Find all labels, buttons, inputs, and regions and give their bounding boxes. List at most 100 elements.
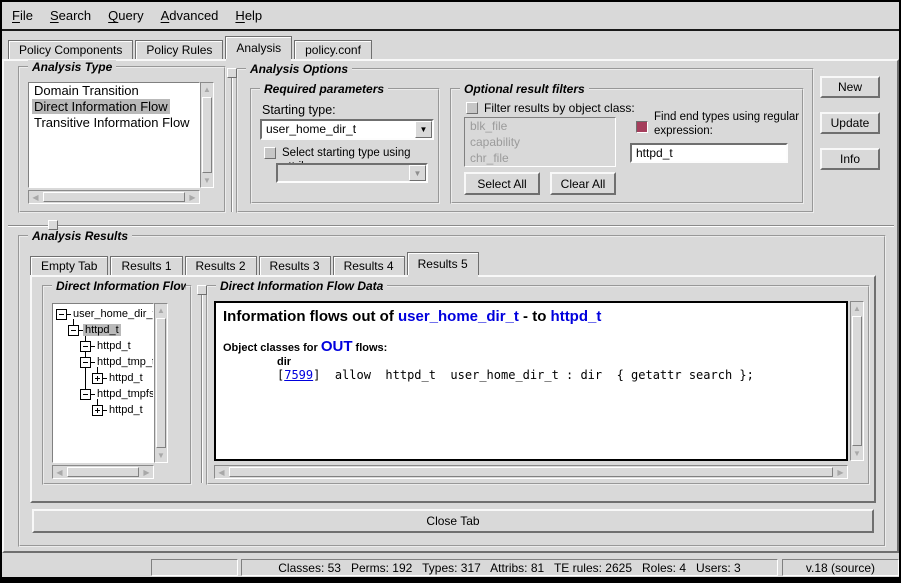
tree-vscrollbar[interactable]: ▲ ▼: [154, 303, 168, 463]
object-class-checkbox-label[interactable]: Filter results by object class:: [484, 101, 635, 115]
scroll-right-icon[interactable]: ▶: [140, 466, 153, 478]
list-item-transitive-information-flow[interactable]: Transitive Information Flow: [29, 115, 199, 131]
analysis-type-listbox[interactable]: Domain TransitionDirect Information Flow…: [28, 82, 200, 188]
tab-policy-conf[interactable]: policy.conf: [294, 40, 372, 59]
menu-advanced[interactable]: Advanced: [161, 8, 219, 23]
analysis-type-hscrollbar[interactable]: ◀ ▶: [28, 190, 200, 204]
main-sash-handle[interactable]: [48, 220, 58, 230]
tab-policy-components[interactable]: Policy Components: [8, 40, 133, 59]
results-tab-empty-tab[interactable]: Empty Tab: [30, 256, 108, 275]
select-all-button[interactable]: Select All: [464, 172, 540, 195]
attrib-checkbox[interactable]: [264, 147, 276, 159]
collapse-icon[interactable]: [80, 357, 91, 368]
results-tab-results-1[interactable]: Results 1: [110, 256, 182, 275]
tree-node-label[interactable]: httpd_t: [107, 372, 145, 384]
main-sash-line: [8, 225, 894, 227]
scroll-left-icon[interactable]: ◀: [53, 466, 66, 478]
expand-icon[interactable]: [92, 405, 103, 416]
results-tab-results-3[interactable]: Results 3: [259, 256, 331, 275]
analysis-type-vscrollbar[interactable]: ▲ ▼: [200, 82, 214, 188]
results-tab-results-2[interactable]: Results 2: [185, 256, 257, 275]
starting-type-value[interactable]: user_home_dir_t: [262, 121, 415, 138]
tree-node-label[interactable]: httpd_t: [83, 324, 121, 336]
tree-node[interactable]: httpd_tmpfs_t: [80, 386, 154, 402]
collapse-icon[interactable]: [56, 309, 67, 320]
results-tab-results-4[interactable]: Results 4: [333, 256, 405, 275]
scroll-left-icon[interactable]: ◀: [29, 191, 42, 203]
menu-query[interactable]: Query: [108, 8, 143, 23]
object-class-checkbox[interactable]: [466, 102, 478, 114]
optional-result-filters-title: Optional result filters: [460, 82, 589, 96]
tree-node-label[interactable]: httpd_tmp_t: [95, 356, 154, 368]
tree-node[interactable]: httpd_t: [68, 322, 121, 338]
status-cell-empty: [151, 559, 238, 576]
collapse-icon[interactable]: [68, 325, 79, 336]
starting-type-label: Starting type:: [262, 103, 336, 117]
results-sash-handle[interactable]: [197, 285, 207, 295]
starting-type-combobox[interactable]: user_home_dir_t ▼: [260, 119, 434, 140]
clear-all-button[interactable]: Clear All: [550, 172, 616, 195]
scroll-up-icon[interactable]: ▲: [201, 83, 213, 96]
tree-hscrollbar[interactable]: ◀ ▶: [52, 465, 154, 479]
rule-number-link[interactable]: 7599: [284, 368, 313, 382]
chevron-down-icon[interactable]: ▼: [415, 121, 432, 138]
object-class-name: dir: [277, 356, 839, 368]
regex-input[interactable]: [630, 143, 788, 163]
scroll-up-icon[interactable]: ▲: [155, 304, 167, 317]
scroll-thumb[interactable]: [156, 318, 166, 448]
flow-tree[interactable]: user_home_dir_t httpd_t httpd_t httpd_tmp_t…: [52, 303, 154, 463]
tree-node[interactable]: httpd_t: [92, 402, 145, 418]
new-button[interactable]: New: [820, 76, 880, 98]
update-button[interactable]: Update: [820, 112, 880, 134]
expand-icon[interactable]: [92, 373, 103, 384]
menu-search[interactable]: Search: [50, 8, 91, 23]
info-button[interactable]: Info: [820, 148, 880, 170]
analysis-type-title: Analysis Type: [28, 60, 116, 74]
menu-file[interactable]: File: [12, 8, 33, 23]
top-pane-sash-handle[interactable]: [227, 68, 237, 78]
list-item-domain-transition[interactable]: Domain Transition: [29, 83, 199, 99]
regex-checkbox[interactable]: [636, 121, 648, 133]
attrib-combobox-value: [278, 165, 409, 181]
tree-node-label[interactable]: httpd_t: [95, 340, 133, 352]
tab-analysis[interactable]: Analysis: [225, 36, 292, 59]
regex-checkbox-label[interactable]: Find end types using regular expression:: [654, 110, 804, 138]
flow-data-group: Direct Information Flow Data Information…: [206, 285, 870, 485]
flow-heading: Information flows out of user_home_dir_t…: [223, 308, 839, 325]
scroll-thumb[interactable]: [229, 467, 833, 477]
scroll-thumb[interactable]: [202, 97, 212, 173]
collapse-icon[interactable]: [80, 389, 91, 400]
scroll-right-icon[interactable]: ▶: [186, 191, 199, 203]
tree-node-label[interactable]: httpd_tmpfs_t: [95, 388, 154, 400]
list-item-direct-information-flow[interactable]: Direct Information Flow: [29, 99, 199, 115]
scroll-right-icon[interactable]: ▶: [834, 466, 847, 478]
data-hscrollbar[interactable]: ◀ ▶: [214, 465, 848, 479]
scroll-left-icon[interactable]: ◀: [215, 466, 228, 478]
data-vscrollbar[interactable]: ▲ ▼: [850, 301, 864, 461]
tab-policy-rules[interactable]: Policy Rules: [135, 40, 223, 59]
scroll-down-icon[interactable]: ▼: [851, 447, 863, 460]
menu-help[interactable]: Help: [235, 8, 262, 23]
tree-node[interactable]: httpd_tmp_t: [80, 354, 154, 370]
close-tab-button[interactable]: Close Tab: [32, 509, 874, 533]
analysis-results-title: Analysis Results: [28, 229, 132, 243]
scroll-up-icon[interactable]: ▲: [851, 302, 863, 315]
results-tab-results-5[interactable]: Results 5: [407, 252, 479, 275]
flow-direction-keyword: OUT: [321, 338, 353, 355]
scroll-thumb[interactable]: [852, 316, 862, 446]
scroll-thumb[interactable]: [43, 192, 185, 202]
tree-node[interactable]: user_home_dir_t: [56, 306, 154, 322]
tree-node[interactable]: httpd_t: [80, 338, 133, 354]
tree-node-label[interactable]: httpd_t: [107, 404, 145, 416]
scroll-thumb[interactable]: [67, 467, 139, 477]
attrib-combobox: ▼: [276, 163, 428, 183]
scroll-down-icon[interactable]: ▼: [155, 449, 167, 462]
results-content-frame: Direct Information Flow Tree user_home_d…: [30, 275, 876, 503]
collapse-icon[interactable]: [80, 341, 91, 352]
regex-label-line1: Find end types using regular: [654, 110, 804, 124]
tree-node-label[interactable]: user_home_dir_t: [71, 308, 154, 320]
flow-data-textarea[interactable]: Information flows out of user_home_dir_t…: [214, 301, 848, 461]
rule-line: [7599] allow httpd_t user_home_dir_t : d…: [277, 368, 839, 382]
tree-node[interactable]: httpd_t: [92, 370, 145, 386]
scroll-down-icon[interactable]: ▼: [201, 174, 213, 187]
